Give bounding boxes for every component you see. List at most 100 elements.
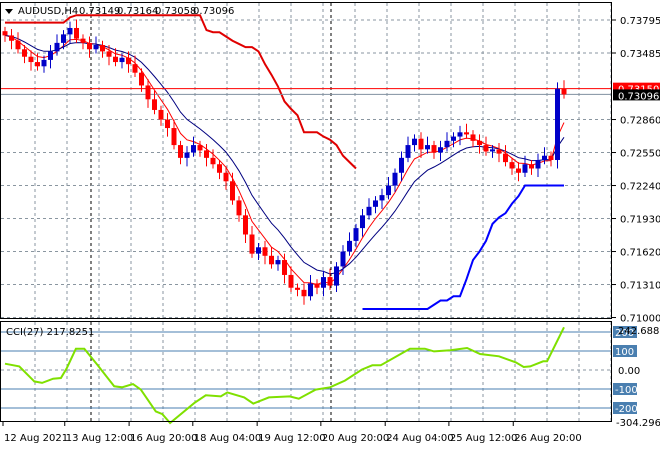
candle (93, 36, 99, 54)
candle-body (529, 164, 534, 169)
candle-body (438, 147, 443, 153)
candle-body (2, 31, 8, 36)
candle-body (496, 149, 502, 154)
price-tick-label: 0.73485 (620, 49, 660, 60)
candle (561, 80, 567, 99)
cci-line (4, 326, 565, 425)
candle-body (165, 119, 170, 129)
candle-body (340, 251, 346, 267)
candle (9, 29, 14, 50)
candle (438, 140, 443, 162)
candle-body (217, 164, 222, 173)
candle-body (412, 138, 417, 146)
candle-body (451, 136, 456, 141)
main-panel-border (0, 2, 612, 319)
candle (269, 247, 274, 269)
ohlc-high: 0.73164 (117, 6, 158, 17)
candle-body (126, 57, 131, 65)
candle-body (243, 215, 248, 235)
candle (457, 125, 463, 146)
ema-slow-line (4, 34, 565, 275)
candle (503, 145, 508, 167)
candle (35, 53, 40, 71)
price-tick-label: 0.71000 (620, 314, 660, 325)
candle-body (223, 172, 229, 182)
candle (48, 45, 53, 69)
candle-body (295, 287, 300, 290)
candle (256, 243, 261, 261)
price-chart[interactable]: 0.73795 0.73485 0.72860 0.72550 0.72240 0.719… (0, 0, 660, 450)
candle-body (22, 49, 27, 57)
candle-body (288, 274, 294, 288)
time-tick-label: 13 Aug 12:00 (66, 433, 133, 444)
cci-level-label: 100 (615, 347, 634, 358)
chart-window: 0.73795 0.73485 0.72860 0.72550 0.72240 0.719… (0, 0, 660, 450)
candle-body (87, 42, 92, 50)
cci-max-label: 242.688 (618, 326, 659, 337)
candle (165, 113, 170, 137)
candle (555, 82, 560, 169)
lower-stop-line (362, 184, 564, 311)
candle (236, 196, 242, 222)
bid-price-label: 0.73096 (618, 91, 659, 102)
candle-body (210, 157, 216, 165)
candle-body (106, 51, 112, 57)
candle (425, 136, 430, 154)
candle-body (405, 145, 411, 158)
candle (158, 105, 164, 126)
candle-body (262, 247, 268, 256)
cci-level-label: -200 (615, 404, 638, 415)
candle-body (542, 155, 547, 160)
candle (431, 140, 437, 159)
candle-body (347, 240, 352, 252)
candle-body (392, 172, 398, 186)
price-tick-label: 0.71310 (620, 281, 660, 292)
candle-body (535, 159, 541, 169)
candle-body (470, 134, 476, 141)
candle-body (184, 152, 190, 158)
price-tick-label: 0.71930 (620, 215, 660, 226)
candle-body (9, 35, 14, 41)
candle (282, 253, 287, 284)
ema-fast-line (4, 34, 565, 286)
candle-body (483, 145, 489, 152)
candle (360, 208, 365, 237)
candle-body (158, 109, 164, 120)
candle (249, 225, 255, 258)
time-tick-label: 25 Aug 12:00 (450, 433, 517, 444)
candle (100, 40, 105, 58)
candle-body (236, 200, 242, 216)
candle-body (93, 45, 99, 50)
candle-body (379, 195, 385, 201)
candle-body (48, 51, 53, 60)
candle (353, 223, 359, 248)
candle (373, 196, 378, 214)
price-tick-label: 0.72240 (620, 182, 660, 193)
candle-body (204, 150, 209, 158)
candle-body (80, 38, 86, 43)
candle-body (373, 200, 378, 207)
candle-body (282, 260, 287, 275)
price-tick-label: 0.73795 (620, 16, 660, 27)
candle-body (139, 72, 144, 86)
candle (366, 198, 372, 220)
candle (41, 55, 47, 73)
time-tick-label: 18 Aug 04:00 (194, 433, 261, 444)
candle-body (503, 153, 508, 163)
candle-body (548, 155, 554, 160)
candle (321, 270, 326, 297)
candle-body (249, 234, 255, 254)
candle-body (171, 128, 177, 146)
time-tick-label: 20 Aug 20:00 (322, 433, 389, 444)
candle-body (67, 27, 73, 35)
candle-body (399, 157, 404, 173)
time-tick-label: 26 Aug 20:00 (514, 433, 581, 444)
time-tick-label: 19 Aug 12:00 (258, 433, 325, 444)
candle-body (334, 266, 339, 286)
candle (308, 274, 313, 301)
candle-body (74, 27, 79, 39)
candle (470, 130, 476, 148)
ohlc-open: 0.73149 (79, 6, 120, 17)
dropdown-triangle-icon[interactable] (5, 9, 13, 14)
candle-body (61, 34, 66, 43)
